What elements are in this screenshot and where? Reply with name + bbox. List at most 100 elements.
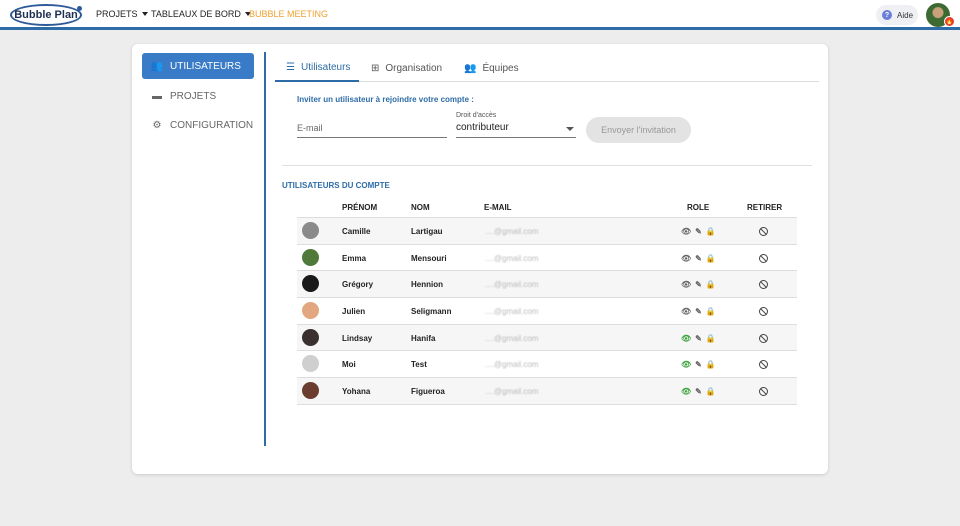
folder-icon: ▬ [152, 90, 162, 102]
cell-nom: Hennion [411, 280, 443, 290]
cell-nom: Mensouri [411, 253, 447, 263]
list-icon: ☰ [286, 61, 295, 73]
cell-email: ....@gmail.com [485, 307, 539, 317]
remove-user-button[interactable] [759, 307, 768, 318]
cell-prenom: Moi [342, 360, 356, 370]
cell-nom: Test [411, 360, 427, 370]
pencil-icon[interactable]: ✎ [695, 387, 702, 396]
send-invitation-button[interactable]: Envoyer l'invitation [586, 117, 691, 143]
chevron-down-icon [141, 12, 148, 16]
cell-email: ....@gmail.com [485, 227, 539, 236]
remove-user-button[interactable] [759, 280, 768, 291]
header-nom: NOM [411, 203, 430, 212]
user-avatar [302, 328, 319, 346]
pencil-icon[interactable]: ✎ [695, 307, 702, 316]
pencil-icon[interactable]: ✎ [695, 280, 702, 289]
settings-card: 👥 UTILISATEURS ▬ PROJETS ⚙ CONFIGURATION… [132, 44, 828, 474]
remove-user-button[interactable] [759, 253, 768, 265]
sidebar-item-configuration[interactable]: ⚙ CONFIGURATION [142, 112, 254, 138]
eye-icon[interactable]: 👁 [681, 307, 691, 316]
lock-icon[interactable]: 🔒 [706, 280, 716, 289]
pencil-icon[interactable]: ✎ [695, 227, 702, 236]
lock-icon[interactable]: 🔒 [706, 360, 716, 369]
remove-user-button[interactable] [759, 387, 768, 398]
sidebar-divider [264, 52, 266, 446]
tab-organisation[interactable]: ⊞ Organisation [371, 54, 442, 82]
remove-user-button[interactable] [759, 360, 768, 371]
help-label: Aide [897, 10, 914, 20]
logo-dot-icon [77, 6, 82, 11]
cell-email: ....@gmail.com [485, 280, 539, 290]
cell-prenom: Grégory [342, 280, 374, 290]
eye-icon[interactable]: 👁 [681, 254, 691, 263]
cell-nom: Hanifa [411, 333, 436, 343]
nav-meeting-label: BUBBLE MEETING [249, 9, 329, 19]
eye-icon[interactable]: 👁 [681, 387, 691, 396]
bubble-plan-logo[interactable]: Bubble Plan [10, 4, 82, 26]
eye-icon[interactable]: 👁 [681, 227, 691, 236]
cell-role: 👁 ✎ 🔒 [681, 280, 716, 289]
user-avatar [302, 222, 319, 239]
nav-tableaux-menu[interactable]: TABLEAUX DE BORD [151, 9, 251, 19]
gear-icon: ⚙ [152, 119, 162, 131]
users-section-title: UTILISATEURS DU COMPTE [282, 181, 390, 190]
pencil-icon[interactable]: ✎ [695, 334, 702, 343]
cell-prenom: Yohana [342, 387, 371, 397]
lock-icon[interactable]: 🔒 [706, 334, 716, 343]
lock-icon[interactable]: 🔒 [706, 307, 716, 316]
header-prenom: PRÉNOM [342, 203, 378, 212]
user-avatar [302, 355, 319, 373]
table-row: Lindsay Hanifa ....@gmail.com 👁 ✎ 🔒 [297, 324, 797, 352]
tab-utilisateurs[interactable]: ☰ Utilisateurs [275, 54, 359, 82]
lock-icon[interactable]: 🔒 [706, 254, 716, 263]
email-input[interactable]: E-mail [297, 120, 447, 138]
cell-role: 👁 ✎ 🔒 [681, 307, 716, 316]
sitemap-icon: ⊞ [371, 62, 380, 74]
cell-email: ....@gmail.com [485, 387, 539, 397]
remove-user-button[interactable] [759, 227, 768, 238]
cell-role: 👁 ✎ 🔒 [681, 387, 716, 396]
cell-email: ....@gmail.com [485, 253, 539, 263]
cell-role: 👁 ✎ 🔒 [681, 254, 716, 263]
pencil-icon[interactable]: ✎ [695, 360, 702, 369]
nav-projets-menu[interactable]: PROJETS [96, 9, 148, 19]
lock-icon[interactable]: 🔒 [706, 227, 716, 236]
sidebar-item-label: UTILISATEURS [170, 60, 241, 72]
table-row: Camille Lartigau ....@gmail.com 👁 ✎ 🔒 [297, 218, 797, 245]
ban-icon [759, 280, 768, 290]
cell-nom: Lartigau [411, 227, 443, 236]
eye-icon[interactable]: 👁 [681, 280, 691, 289]
table-row: Grégory Hennion ....@gmail.com 👁 ✎ 🔒 [297, 271, 797, 299]
pencil-icon[interactable]: ✎ [695, 254, 702, 263]
eye-icon[interactable]: 👁 [681, 360, 691, 369]
ban-icon [759, 307, 768, 317]
users-icon: 👥 [464, 62, 477, 74]
table-body: Camille Lartigau ....@gmail.com 👁 ✎ 🔒 Em… [297, 218, 797, 405]
user-avatar [302, 248, 319, 266]
access-right-label: Droit d'accès [456, 112, 497, 119]
tab-label: Organisation [385, 62, 443, 74]
cell-email: ....@gmail.com [485, 360, 539, 370]
notification-flame-icon[interactable]: 🔥 [944, 16, 955, 27]
header-role: ROLE [687, 203, 710, 212]
lock-icon[interactable]: 🔒 [706, 387, 716, 396]
sidebar-item-label: PROJETS [170, 90, 217, 102]
header-retirer: RETIRER [747, 203, 783, 212]
cell-role: 👁 ✎ 🔒 [681, 227, 716, 236]
eye-icon[interactable]: 👁 [681, 334, 691, 343]
sidebar-item-projets[interactable]: ▬ PROJETS [142, 83, 254, 109]
sidebar-item-utilisateurs[interactable]: 👥 UTILISATEURS [142, 53, 254, 79]
cell-prenom: Emma [342, 253, 367, 263]
tab-equipes[interactable]: 👥 Équipes [464, 54, 519, 82]
nav-bubble-meeting-link[interactable]: BUBBLE MEETING [249, 9, 328, 19]
user-avatar [302, 382, 319, 400]
invite-title: Inviter un utilisateur à rejoindre votre… [297, 95, 474, 104]
remove-user-button[interactable] [759, 333, 768, 345]
access-right-value: contributeur [456, 122, 509, 133]
users-table: PRÉNOM NOM E-MAIL ROLE RETIRER Camille L… [297, 199, 797, 405]
access-right-select[interactable]: contributeur [456, 122, 576, 138]
table-row: Julien Seligmann ....@gmail.com 👁 ✎ 🔒 [297, 298, 797, 325]
ban-icon [759, 387, 768, 397]
help-button[interactable]: ? Aide [876, 5, 918, 25]
sidebar-item-label: CONFIGURATION [170, 119, 254, 131]
